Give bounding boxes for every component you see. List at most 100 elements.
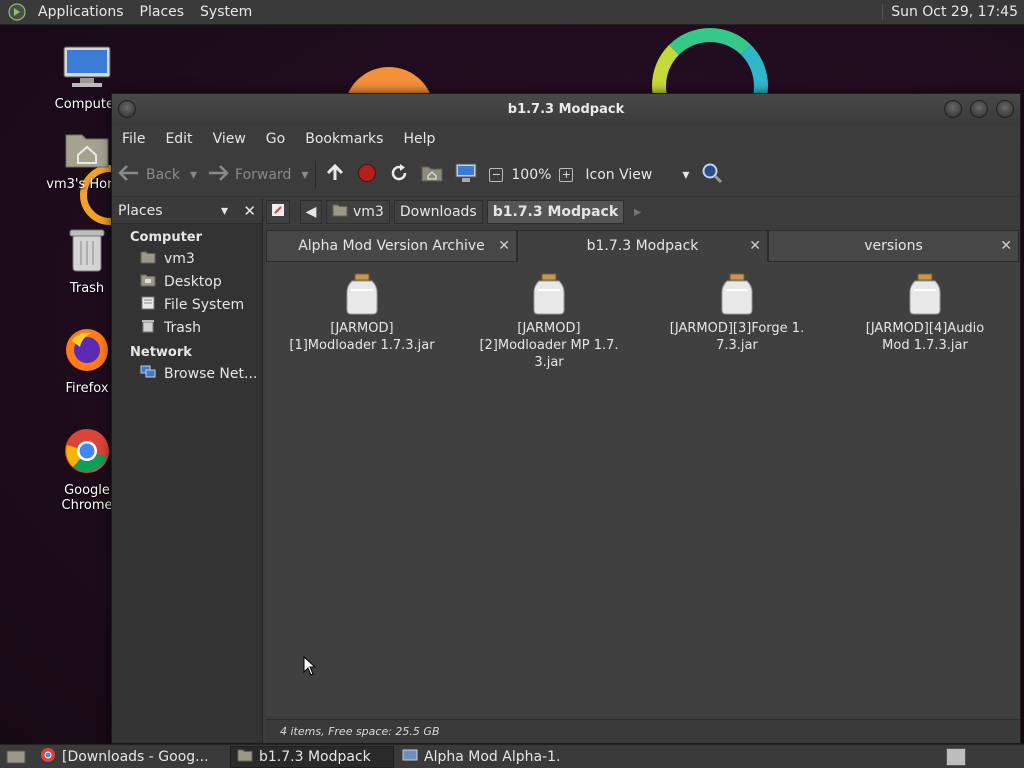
- taskbar-item-chrome[interactable]: [Downloads - Goog...: [34, 746, 228, 768]
- sidebar-section-network: Network: [130, 345, 192, 360]
- computer-button[interactable]: [449, 159, 483, 191]
- breadcrumb: ◀ vm3 Downloads b1.7.3 Modpack ▸: [266, 198, 1018, 226]
- toolbar-separator: [315, 160, 317, 189]
- back-arrow-icon: [118, 164, 140, 186]
- chevron-right-icon[interactable]: ▸: [634, 204, 641, 220]
- breadcrumb-label: Downloads: [399, 204, 477, 220]
- chevron-down-icon: ▾: [220, 202, 228, 219]
- maximize-button[interactable]: [970, 100, 988, 118]
- breadcrumb-current[interactable]: b1.7.3 Modpack: [486, 200, 625, 224]
- breadcrumb-label: b1.7.3 Modpack: [492, 204, 619, 220]
- menu-help[interactable]: Help: [393, 131, 445, 147]
- breadcrumb-vm3[interactable]: vm3: [326, 200, 390, 224]
- menu-file[interactable]: File: [112, 131, 155, 147]
- chrome-icon: [40, 747, 56, 767]
- sidebar-section-computer: Computer: [130, 230, 203, 245]
- file-name: [JARMOD][4]Audio Mod 1.7.3.jar: [865, 321, 985, 353]
- desktop-icon-label: Firefox: [65, 381, 109, 396]
- reload-icon: [389, 163, 409, 187]
- sidebar-item-browse-network[interactable]: Browse Net...: [112, 362, 262, 385]
- tab-label: Alpha Mod Version Archive: [298, 238, 485, 254]
- clock[interactable]: Sun Oct 29, 17:45: [882, 4, 1024, 20]
- top-panel: Applications Places System Sun Oct 29, 1…: [0, 0, 1024, 25]
- computer-icon: [455, 163, 477, 187]
- jar-file-icon: [830, 272, 1020, 316]
- file-name: [JARMOD] [1]Modloader 1.7.3.jar: [289, 321, 435, 353]
- sidebar-item-desktop[interactable]: Desktop: [112, 270, 262, 293]
- jar-file-icon: [642, 272, 832, 316]
- sidebar-header: Places ▾ ✕: [112, 198, 262, 224]
- menu-go[interactable]: Go: [256, 131, 295, 147]
- taskbar-item-file-manager[interactable]: b1.7.3 Modpack: [230, 745, 394, 768]
- search-button[interactable]: [695, 159, 729, 191]
- zoom-in-icon[interactable]: +: [559, 167, 574, 182]
- applications-menu[interactable]: Applications: [30, 4, 132, 20]
- file-item[interactable]: [JARMOD] [1]Modloader 1.7.3.jar: [267, 272, 457, 354]
- trash-icon: [140, 319, 156, 337]
- close-icon[interactable]: ✕: [243, 202, 256, 220]
- sidebar-item-file-system[interactable]: File System: [112, 293, 262, 316]
- file-name: [JARMOD] [2]Modloader MP 1.7. 3.jar: [479, 321, 619, 370]
- window-menu-button[interactable]: [118, 100, 136, 118]
- back-label: Back: [146, 166, 180, 183]
- home-folder-icon: [140, 250, 156, 268]
- reload-button[interactable]: [383, 159, 415, 191]
- edit-location-button[interactable]: [266, 200, 290, 224]
- stop-button[interactable]: [351, 159, 383, 191]
- system-menu[interactable]: System: [192, 4, 260, 20]
- back-button[interactable]: Back: [112, 159, 186, 191]
- close-button[interactable]: [996, 100, 1014, 118]
- file-item[interactable]: [JARMOD][3]Forge 1. 7.3.jar: [642, 272, 832, 354]
- distro-logo-icon[interactable]: [0, 3, 30, 21]
- workspace-switcher[interactable]: [946, 747, 966, 766]
- show-desktop-icon[interactable]: [0, 749, 32, 765]
- window-titlebar[interactable]: b1.7.3 Modpack: [112, 94, 1020, 125]
- minimize-button[interactable]: [944, 100, 962, 118]
- file-item[interactable]: [JARMOD][4]Audio Mod 1.7.3.jar: [830, 272, 1020, 354]
- close-icon[interactable]: ✕: [498, 238, 510, 254]
- tab-alpha-mod-version-archive[interactable]: Alpha Mod Version Archive ✕: [266, 230, 517, 262]
- tab-b1-7-3-modpack[interactable]: b1.7.3 Modpack ✕: [517, 230, 768, 262]
- home-button[interactable]: [415, 159, 449, 191]
- zoom-out-icon[interactable]: −: [489, 167, 504, 182]
- forward-button[interactable]: Forward: [201, 159, 297, 191]
- menu-view[interactable]: View: [203, 131, 256, 147]
- jar-file-icon: [267, 272, 457, 316]
- taskbar-item-alpha-mod[interactable]: Alpha Mod Alpha-1....: [396, 746, 560, 768]
- menubar: File Edit View Go Bookmarks Help: [112, 125, 1020, 153]
- tab-versions[interactable]: versions ✕: [768, 230, 1019, 262]
- file-view[interactable]: [JARMOD] [1]Modloader 1.7.3.jar [JARMOD]…: [266, 262, 1020, 717]
- back-history-dropdown[interactable]: ▾: [186, 159, 201, 191]
- sidebar-item-label: vm3: [164, 250, 195, 267]
- sidebar-pane-select[interactable]: Places ▾: [118, 203, 228, 219]
- toolbar: Back ▾ Forward ▾ − 100% + Icon View ▾: [112, 153, 1020, 197]
- zoom-control: − 100% +: [483, 159, 579, 191]
- menu-bookmarks[interactable]: Bookmarks: [295, 131, 393, 147]
- search-icon: [701, 162, 723, 188]
- up-button[interactable]: [319, 159, 351, 191]
- pencil-icon: [271, 203, 285, 221]
- breadcrumb-downloads[interactable]: Downloads: [393, 200, 483, 224]
- sidebar-item-trash[interactable]: Trash: [112, 316, 262, 339]
- sidebar-pane-label: Places: [118, 202, 163, 219]
- tab-label: versions: [864, 238, 923, 254]
- forward-history-dropdown[interactable]: ▾: [297, 159, 312, 191]
- menu-edit[interactable]: Edit: [155, 131, 202, 147]
- close-icon[interactable]: ✕: [749, 238, 761, 254]
- places-menu[interactable]: Places: [132, 4, 193, 20]
- home-folder-icon: [332, 203, 348, 221]
- tab-label: b1.7.3 Modpack: [586, 238, 699, 254]
- folder-icon: [237, 748, 253, 766]
- sidebar-item-vm3[interactable]: vm3: [112, 247, 262, 270]
- computer-icon: [37, 45, 137, 93]
- desktop-icon-label: Computer: [54, 97, 120, 112]
- taskbar-item-label: b1.7.3 Modpack: [259, 748, 371, 765]
- close-icon[interactable]: ✕: [1000, 238, 1012, 254]
- sidebar-item-label: Trash: [164, 319, 201, 336]
- desktop-folder-icon: [140, 273, 156, 291]
- places-sidebar: Places ▾ ✕ Computer vm3 Desktop File Sys…: [112, 198, 263, 743]
- view-mode-select[interactable]: Icon View ▾: [579, 159, 695, 191]
- file-item[interactable]: [JARMOD] [2]Modloader MP 1.7. 3.jar: [454, 272, 644, 371]
- mouse-cursor-icon: [303, 655, 317, 680]
- breadcrumb-back-arrow[interactable]: ◀: [300, 200, 322, 224]
